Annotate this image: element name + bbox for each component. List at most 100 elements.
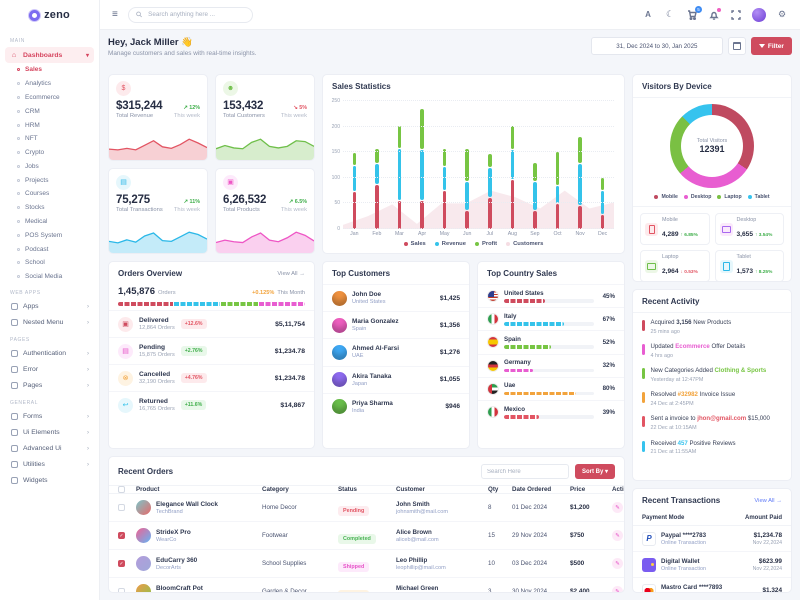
category-cell: Footwear [262,532,338,539]
row-checkbox[interactable] [118,588,125,593]
nav-section-webapps: Web Apps [0,284,99,299]
sidebar-item[interactable]: Apps › [5,299,94,315]
sidebar-item[interactable]: Nested Menu › [5,315,94,331]
customer-row[interactable]: Ahmed Al-Farsi UAE $1,276 [323,338,469,365]
cart-icon[interactable]: 5 [686,9,698,21]
status-amount: $5,11,754 [275,321,305,328]
sidebar-item[interactable]: Pages › [5,378,94,394]
sidebar-subitem[interactable]: Medical [0,215,99,229]
edit-icon[interactable]: ✎ [612,530,623,541]
bar-segment [118,302,173,306]
customer-row[interactable]: Akira Tanaka Japan $1,055 [323,366,469,393]
hamburger-menu-icon[interactable]: ≡ [112,10,118,20]
device-delta: ↑ 6.85% [681,233,698,238]
order-status-row[interactable]: ↩ Returned 16,765 Orders +11.6% $14,867 [109,391,314,418]
menu-group-icon [11,477,18,484]
status-badge: Completed [338,534,376,544]
transaction-row[interactable]: Mastro Card ****7893 Online Transaction … [633,578,791,593]
sidebar-subitem[interactable]: Ecommerce [0,91,99,105]
sidebar-subitem[interactable]: Crypto [0,146,99,160]
sidebar-item[interactable]: Advanced Ui › [5,441,94,457]
status-name: Returned [139,398,175,405]
search-input[interactable] [146,10,245,19]
activity-highlight: #32982 [678,391,698,398]
sales-chart: 050100150200250 [323,97,624,229]
row-checkbox[interactable] [118,532,125,539]
sidebar-subitem[interactable]: Courses [0,187,99,201]
order-status-row[interactable]: ▤ Pending 15,875 Orders +2.76% $1,234.78 [109,337,314,364]
notifications-bell-icon[interactable] [708,9,720,21]
customer-row[interactable]: John Doe United States $1,425 [323,284,469,311]
sidebar-item[interactable]: Widgets [5,473,94,489]
brand-logo[interactable]: zeno [0,0,99,30]
stat-icon: ▣ [223,175,238,190]
sidebar-subitem[interactable]: School [0,256,99,270]
row-checkbox[interactable] [118,560,125,567]
sidebar-item[interactable]: Forms › [5,409,94,425]
amount-paid: $1,234.78 [753,532,782,539]
sidebar-item[interactable]: Authentication › [5,346,94,362]
dark-mode-moon-icon[interactable]: ☾ [664,9,676,21]
transaction-row[interactable]: Digital Wallet Online Transaction $623.9… [633,552,791,578]
row-checkbox[interactable] [118,504,125,511]
orders-search-input[interactable] [481,464,569,479]
edit-icon[interactable]: ✎ [612,502,623,513]
bullet-icon [17,206,20,209]
bullet-icon [17,82,20,85]
stat-card: ▤ 75,275 ↗ 11% Total Transactions This w… [108,168,208,255]
device-icon [645,223,658,236]
order-status-row[interactable]: ⊗ Cancelled 32,190 Orders +4.76% $1,234.… [109,364,314,391]
chevron-right-icon: › [87,304,89,310]
sidebar-subitem[interactable]: POS System [0,228,99,242]
edit-icon[interactable]: ✎ [612,586,623,593]
date-range-input[interactable] [591,37,723,55]
sidebar-subitem[interactable]: Projects [0,173,99,187]
activity-item: Updated Ecommerce Offer Details 4 hrs ag… [642,343,782,359]
country-flag-icon [487,313,499,325]
panel-title: Top Country Sales [487,269,557,278]
settings-gear-icon[interactable]: ⚙ [776,9,788,21]
user-avatar[interactable] [752,8,766,22]
customer-amount: $946 [445,403,460,410]
customer-row[interactable]: Priya Sharma India $946 [323,393,469,420]
product-brand: TechBrand [156,509,218,515]
sidebar-subitem[interactable]: Sales [0,63,99,77]
sidebar-item[interactable]: Ui Elements › [5,425,94,441]
device-icon [720,260,733,273]
translate-icon[interactable]: A [642,9,654,21]
sidebar-subitem[interactable]: Podcast [0,242,99,256]
product-thumbnail [136,500,151,515]
select-all-checkbox[interactable] [118,486,125,493]
sidebar-subitem[interactable]: CRM [0,104,99,118]
customer-row[interactable]: Maria Gonzalez Spain $1,356 [323,311,469,338]
sidebar-subitem[interactable]: Analytics [0,77,99,91]
device-delta: ↑ 8.25% [755,270,772,275]
sidebar-subitem[interactable]: HRM [0,118,99,132]
sidebar-subitem[interactable]: Stocks [0,201,99,215]
price-cell: $1,200 [570,504,612,511]
status-icon: ↩ [118,398,133,413]
sort-by-button[interactable]: Sort By ▾ [575,464,615,479]
product-thumbnail [136,584,151,593]
plot-area [343,101,614,229]
customer-country: Spain [352,326,399,332]
stat-value: 6,26,532 [223,194,266,206]
order-status-row[interactable]: ▣ Delivered 12,864 Orders +12.6% $5,11,7… [109,310,314,337]
sidebar-item[interactable]: Error › [5,362,94,378]
transaction-row[interactable]: P Paypal ****2783 Online Transaction $1,… [633,526,791,552]
progress-fill [504,415,539,419]
zeno-logo-icon [29,10,40,21]
sidebar-subitem[interactable]: Social Media [0,270,99,284]
edit-icon[interactable]: ✎ [612,558,623,569]
fullscreen-icon[interactable] [730,9,742,21]
panel-title: Recent Orders [118,467,173,476]
sidebar-subitem[interactable]: NFT [0,132,99,146]
view-all-link[interactable]: View All → [277,271,305,277]
sidebar-subitem[interactable]: Jobs [0,159,99,173]
sidebar-item[interactable]: Utilities › [5,457,94,473]
sidebar-item-dashboards[interactable]: ⌂ Dashboards ▾ [5,47,94,63]
sidebar-nav: Main ⌂ Dashboards ▾ Sales Analytics [0,30,99,600]
calendar-button[interactable] [728,37,746,55]
view-all-link[interactable]: View All → [754,498,782,504]
filter-button[interactable]: Filter [751,37,792,55]
